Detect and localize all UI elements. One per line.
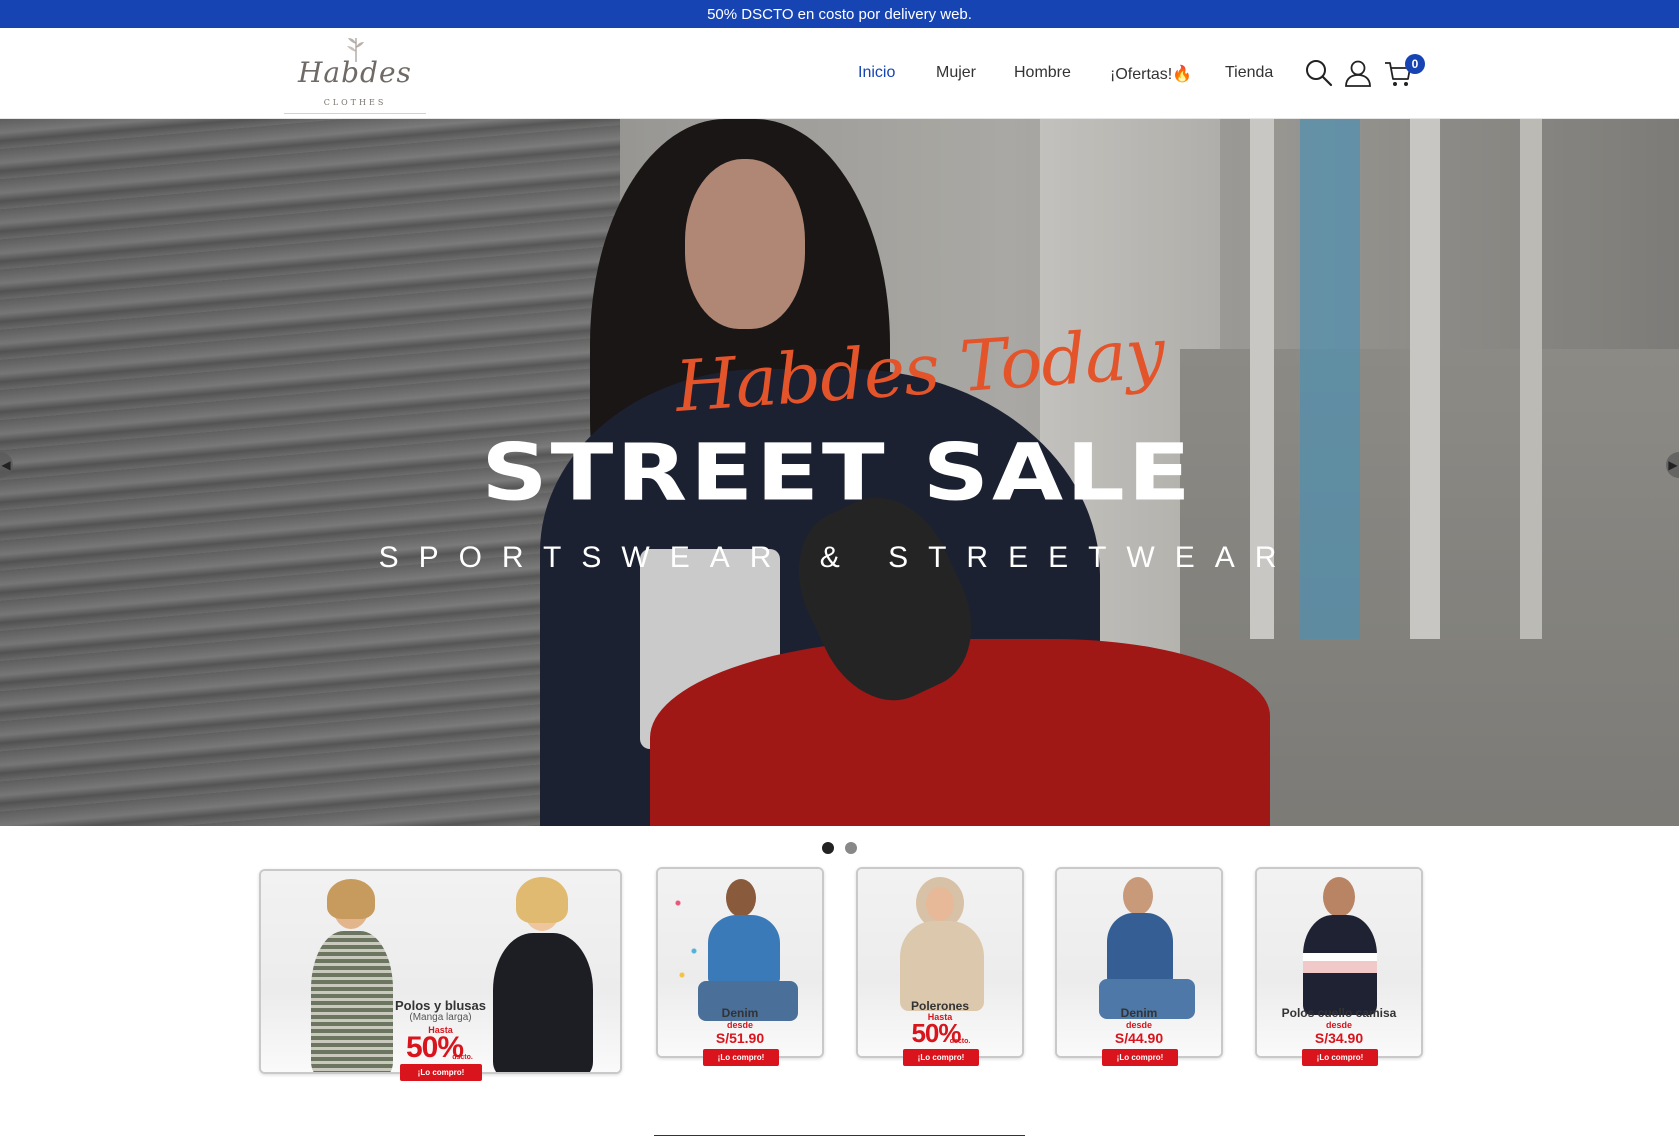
- model-body: [708, 915, 780, 985]
- card-small-label: desde: [1125, 1020, 1152, 1030]
- nav-item-mujer[interactable]: Mujer: [936, 64, 976, 82]
- model-body: [1107, 913, 1173, 985]
- category-card-polerones[interactable]: Polerones Hasta 50% dscto. ¡Lo compro!: [856, 867, 1024, 1066]
- hero-banner[interactable]: Habdes Today STREET SALE SPORTSWEAR & ST…: [0, 119, 1679, 826]
- hero-subtitle: SPORTSWEAR & STREETWEAR: [378, 541, 1297, 574]
- nav-item-inicio[interactable]: Inicio: [858, 64, 895, 82]
- user-icon[interactable]: [1343, 58, 1373, 88]
- card-buy-button[interactable]: ¡Lo compro!: [703, 1049, 779, 1066]
- nav-item-ofertas[interactable]: ¡Ofertas!🔥: [1110, 64, 1192, 84]
- model-head: [926, 887, 954, 921]
- card-price: S/34.90: [1314, 1030, 1364, 1046]
- card-title: Polos cuello camisa: [1281, 1006, 1397, 1020]
- chevron-left-icon: ◀: [1, 458, 11, 472]
- card-title: Polerones: [910, 999, 970, 1013]
- site-header: Habdes CLOTHES Inicio Mujer Hombre ¡Ofer…: [0, 28, 1679, 119]
- brand-name: Habdes: [298, 56, 412, 89]
- card-buy-button[interactable]: ¡Lo compro!: [400, 1064, 482, 1081]
- model-body: [900, 921, 984, 1011]
- model-head: [1123, 877, 1153, 915]
- promo-text: 50% DSCTO en costo por delivery web.: [707, 5, 972, 23]
- model-body: [1303, 915, 1377, 1015]
- card-buy-button[interactable]: ¡Lo compro!: [1102, 1049, 1178, 1066]
- carousel-dot-1[interactable]: [822, 842, 834, 854]
- hero-title: STREET SALE: [481, 427, 1194, 518]
- cart-count-badge: 0: [1405, 54, 1425, 74]
- card-buy-button[interactable]: ¡Lo compro!: [903, 1049, 979, 1066]
- card-title: Polos y blusas: [394, 998, 487, 1013]
- model-hair: [516, 877, 568, 923]
- category-card-polos-blusas[interactable]: Polos y blusas (Manga larga) Hasta 50% d…: [259, 869, 622, 1081]
- card-small-label: desde: [1325, 1020, 1352, 1030]
- model-head: [1323, 877, 1355, 917]
- search-icon[interactable]: [1304, 58, 1334, 88]
- card-price: S/51.90: [715, 1030, 765, 1046]
- card-discount-suffix: dscto.: [949, 1038, 971, 1045]
- model-hair: [327, 879, 375, 919]
- brand-tagline: CLOTHES: [323, 98, 387, 107]
- card-title: Denim: [1120, 1006, 1158, 1020]
- promo-bar: 50% DSCTO en costo por delivery web.: [0, 0, 1679, 28]
- card-buy-button[interactable]: ¡Lo compro!: [1302, 1049, 1378, 1066]
- model-head: [726, 879, 756, 917]
- confetti-decoration: [666, 879, 706, 999]
- card-discount-suffix: dscto.: [452, 1054, 473, 1061]
- carousel-dot-2[interactable]: [845, 842, 857, 854]
- card-title: Denim: [721, 1006, 759, 1020]
- brand-logo[interactable]: Habdes CLOTHES: [284, 34, 426, 114]
- chevron-right-icon: ▶: [1668, 458, 1678, 472]
- card-price: S/44.90: [1114, 1030, 1164, 1046]
- category-card-polos-cuello-camisa[interactable]: Polos cuello camisa desde S/34.90 ¡Lo co…: [1255, 867, 1423, 1066]
- category-card-denim-women[interactable]: Denim desde S/51.90 ¡Lo compro!: [656, 867, 824, 1066]
- nav-item-tienda[interactable]: Tienda: [1225, 64, 1273, 82]
- card-small-label: desde: [726, 1020, 753, 1030]
- category-card-denim-men[interactable]: Denim desde S/44.90 ¡Lo compro!: [1055, 867, 1223, 1066]
- section-divider: [654, 1135, 1025, 1136]
- card-note: (Manga larga): [409, 1012, 472, 1023]
- nav-item-hombre[interactable]: Hombre: [1014, 64, 1071, 82]
